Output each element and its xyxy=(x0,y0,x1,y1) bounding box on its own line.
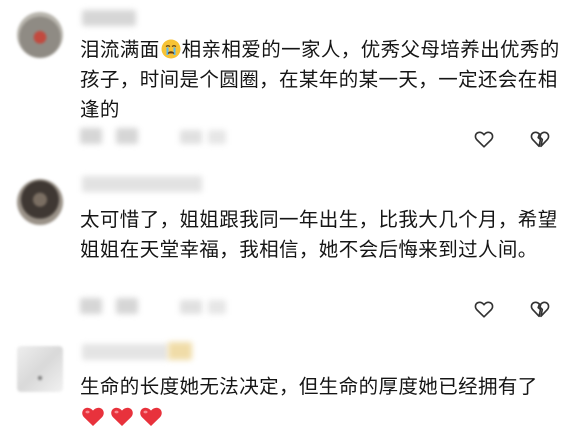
comment-item: 太可惜了，姐姐跟我同一年出生，比我大几个月，希望姐姐在天堂幸福，我相信，她不会后… xyxy=(0,170,573,330)
comment-text-part: 泪流满面 xyxy=(80,38,160,61)
badge-redacted xyxy=(168,342,192,360)
avatar[interactable] xyxy=(17,179,63,225)
broken-heart-icon[interactable] xyxy=(529,298,551,320)
heart-outline-icon[interactable] xyxy=(473,298,495,320)
comment-actions xyxy=(473,128,551,152)
broken-heart-icon[interactable] xyxy=(529,128,551,150)
comment-item: 泪流满面 相亲相爱的一家人，优秀父母培养出优秀的孩子，时间是个圆圈，在某年的某一天… xyxy=(0,0,573,160)
comment-actions xyxy=(473,298,551,322)
comment-item: 生命的长度她无法决定，但生命的厚度她已经拥有了 xyxy=(0,336,573,438)
heart-outline-icon[interactable] xyxy=(473,128,495,150)
red-heart-icon xyxy=(80,404,106,428)
username-redacted[interactable] xyxy=(82,176,202,192)
avatar[interactable] xyxy=(17,346,63,392)
red-heart-icon xyxy=(109,404,135,428)
crying-face-icon xyxy=(161,38,181,59)
username-redacted[interactable] xyxy=(82,344,168,360)
avatar[interactable] xyxy=(17,12,63,58)
username-redacted[interactable] xyxy=(82,10,136,26)
comment-text: 太可惜了，姐姐跟我同一年出生，比我大几个月，希望姐姐在天堂幸福，我相信，她不会后… xyxy=(80,208,558,261)
emoji-hearts xyxy=(80,404,164,428)
comment-text: 生命的长度她无法决定，但生命的厚度她已经拥有了 xyxy=(80,375,538,398)
red-heart-icon xyxy=(138,404,164,428)
comment-text: 泪流满面 相亲相爱的一家人，优秀父母培养出优秀的孩子，时间是个圆圈，在某年的某一天… xyxy=(80,35,560,125)
